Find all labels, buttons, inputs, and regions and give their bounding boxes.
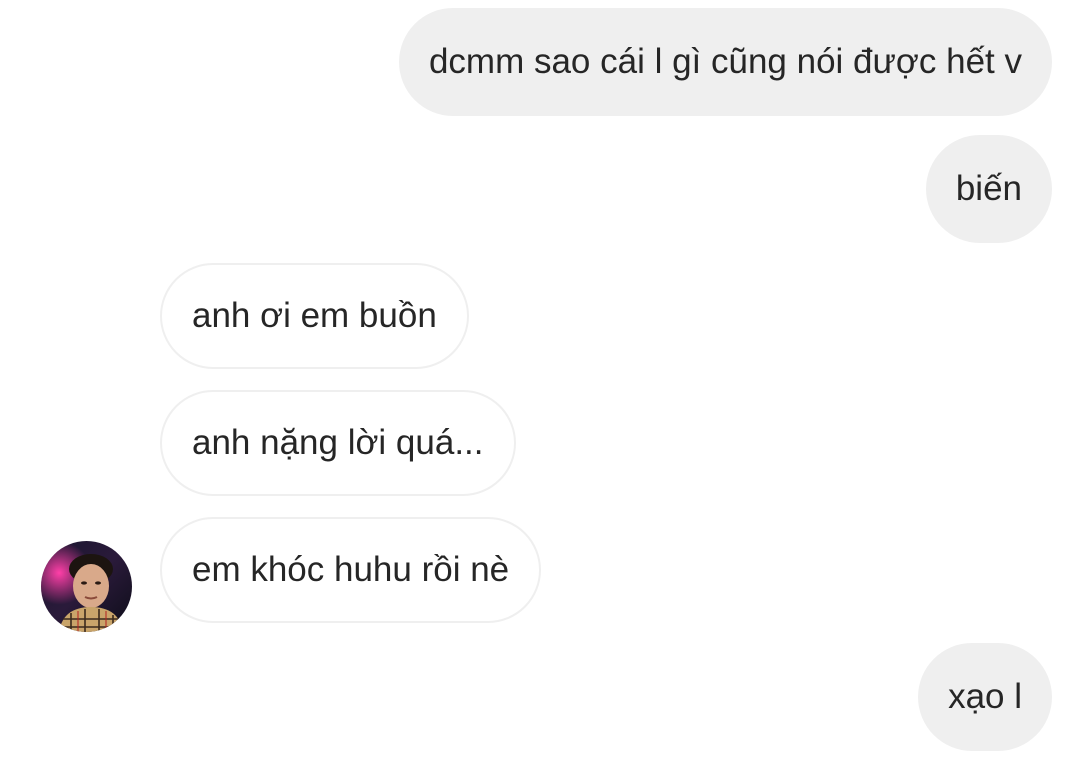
message-text: biến [955,169,1022,208]
sender-avatar[interactable] [41,541,132,632]
avatar-photo-icon [41,541,132,632]
received-message-bubble[interactable]: em khóc huhu rồi nè [160,517,542,623]
received-message-bubble[interactable]: anh ơi em buồn [160,263,469,369]
message-text: anh ơi em buồn [192,296,437,335]
sent-message-bubble[interactable]: dcmm sao cái l gì cũng nói được hết v [398,8,1052,116]
sent-message-bubble[interactable]: xạo l [918,643,1052,751]
sent-message-bubble[interactable]: biến [925,135,1052,243]
message-text: em khóc huhu rồi nè [192,550,510,589]
message-text: anh nặng lời quá... [192,423,484,462]
message-text: dcmm sao cái l gì cũng nói được hết v [428,42,1022,81]
received-message-bubble[interactable]: anh nặng lời quá... [160,390,516,496]
message-text: xạo l [948,677,1022,716]
